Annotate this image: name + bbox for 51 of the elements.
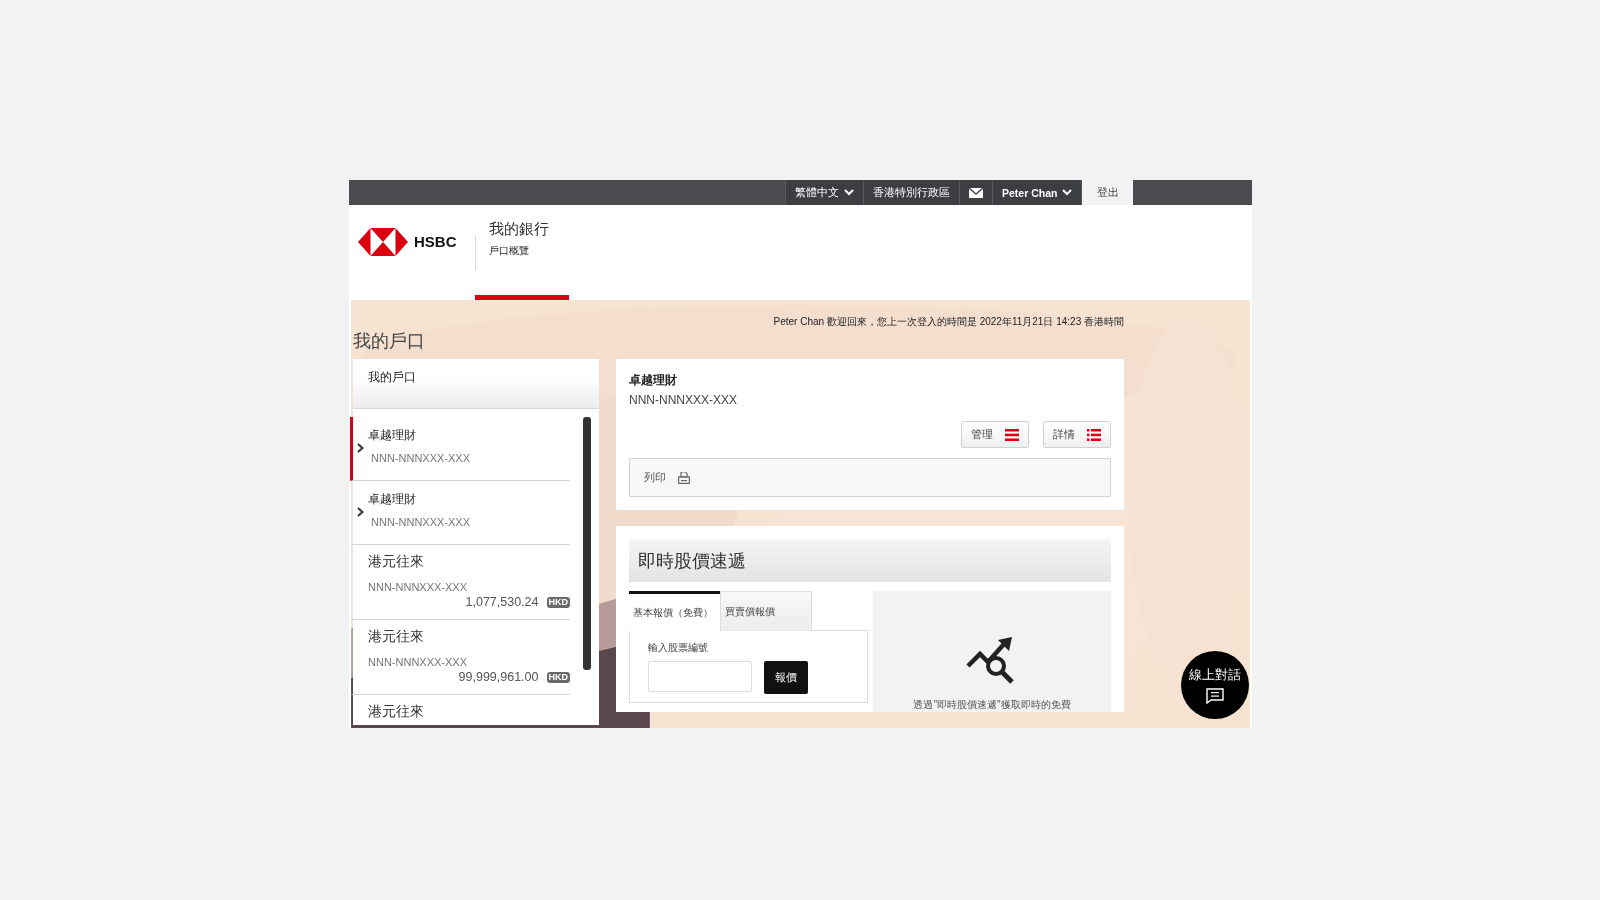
- action-button[interactable]: 詳情: [1043, 421, 1111, 448]
- page-title: 我的戶口: [353, 330, 426, 353]
- chevron-icon: [357, 443, 364, 453]
- account-number: NNN-NNNXXX-XXX: [368, 581, 468, 593]
- list-icon: [1087, 428, 1101, 441]
- region-link[interactable]: 香港特別行政區: [863, 180, 959, 205]
- account-item[interactable]: 卓越理財 NNN-NNNXXX-XXX: [350, 417, 570, 481]
- account-item[interactable]: 卓越理財 NNN-NNNXXX-XXX: [350, 481, 570, 545]
- print-button[interactable]: 列印: [644, 470, 690, 485]
- account-name: 港元往來: [368, 703, 425, 721]
- chat-icon: [1206, 688, 1224, 704]
- logo-icon: [358, 227, 408, 256]
- account-item[interactable]: 港元往來 NNN-NNNXXX-XXX 99,999,961.00 HKD: [350, 620, 570, 695]
- action-button[interactable]: 管理: [961, 421, 1029, 448]
- account-balance: 99,999,961.00: [458, 670, 539, 684]
- currency-badge: HKD: [546, 596, 570, 608]
- logout-button[interactable]: 登出: [1081, 180, 1134, 205]
- account-name: 卓越理財: [368, 491, 417, 508]
- logo-wordmark: HSBC: [414, 233, 457, 250]
- account-name: 港元往來: [368, 628, 425, 646]
- caret-icon: [844, 189, 854, 196]
- section-title: 我的銀行: [489, 220, 550, 239]
- chevron-icon: [357, 507, 364, 517]
- account-item[interactable]: 港元往來: [350, 695, 570, 725]
- quote-button[interactable]: 報價: [764, 661, 808, 694]
- account-number: NNN-NNNXXX-XXX: [629, 393, 738, 407]
- user-menu[interactable]: Peter Chan: [992, 180, 1082, 205]
- account-number: NNN-NNNXXX-XXX: [370, 452, 471, 464]
- quote-tab[interactable]: 基本報價（免費）: [629, 591, 720, 631]
- scrollbar[interactable]: [583, 417, 591, 670]
- welcome-message: Peter Chan 歡迎回來，您上一次登入的時間是 2022年11月21日 14:23 香港時間: [772, 315, 1125, 329]
- printer-icon: [678, 471, 690, 484]
- account-title: 卓越理財: [629, 372, 678, 389]
- menu-icon: [1005, 428, 1019, 441]
- account-number: NNN-NNNXXX-XXX: [368, 656, 468, 668]
- stock-code-label: 輸入股票編號: [648, 641, 709, 655]
- stock-code-field[interactable]: [648, 661, 752, 692]
- account-balance: 1,077,530.24: [465, 595, 539, 609]
- account-name: 卓越理財: [368, 427, 417, 444]
- account-number: NNN-NNNXXX-XXX: [370, 516, 471, 528]
- section-subtitle: 戶口概覽: [489, 244, 530, 258]
- mail-icon: [969, 187, 983, 198]
- language-menu[interactable]: 繁體中文: [785, 180, 863, 205]
- caret-icon: [1062, 189, 1073, 196]
- quote-tab[interactable]: 買賣價報價: [720, 591, 812, 631]
- account-item[interactable]: 港元往來 NNN-NNNXXX-XXX 1,077,530.24 HKD: [350, 545, 570, 620]
- mail-button[interactable]: [959, 180, 992, 205]
- info-text: 透過"即時股價速遞"獲取即時的免費: [913, 698, 1071, 712]
- currency-badge: HKD: [546, 671, 570, 683]
- stock-quote-title: 即時股價速遞: [629, 539, 1111, 582]
- account-name: 港元往來: [368, 553, 425, 571]
